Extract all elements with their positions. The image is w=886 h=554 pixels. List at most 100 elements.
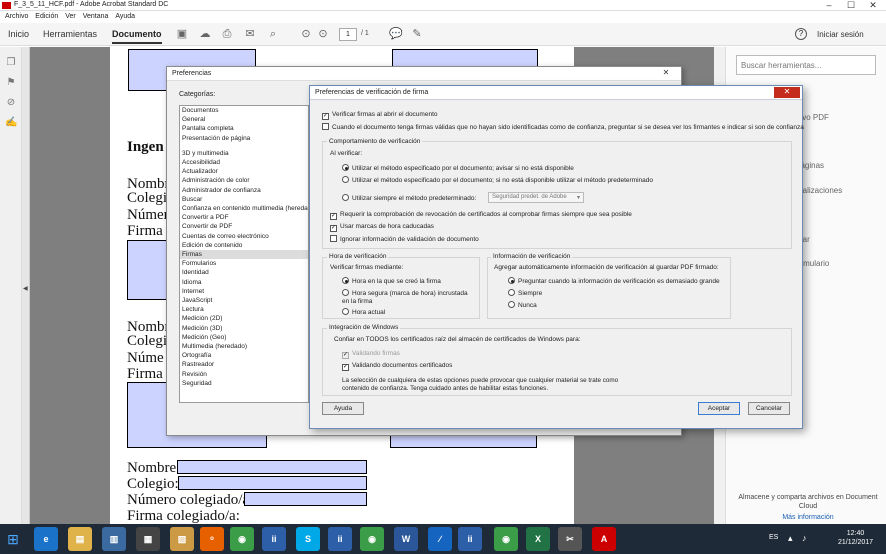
category-item[interactable]: Medición (Geo)	[180, 333, 308, 342]
time-3-row[interactable]: Hora actual	[342, 308, 385, 316]
checkbox[interactable]	[342, 364, 349, 371]
category-item-firmas[interactable]: Firmas	[180, 250, 308, 260]
excel-icon[interactable]: X	[526, 527, 550, 551]
search-icon[interactable]: ⌕	[267, 28, 279, 40]
tab-herramientas[interactable]: Herramientas	[43, 29, 97, 39]
internet-explorer-icon[interactable]: e	[34, 527, 58, 551]
radio[interactable]	[342, 289, 349, 296]
file-explorer-icon[interactable]: ▤	[68, 527, 92, 551]
category-item[interactable]: Accesibilidad	[180, 158, 308, 167]
category-item[interactable]: Convertir de PDF	[180, 222, 308, 231]
checkbox[interactable]	[322, 113, 329, 120]
app-icon[interactable]: ✂	[558, 527, 582, 551]
login-link[interactable]: Iniciar sesión	[817, 30, 864, 39]
word-icon[interactable]: W	[394, 527, 418, 551]
category-item[interactable]: Buscar	[180, 195, 308, 204]
category-item[interactable]: Lectura	[180, 305, 308, 314]
category-item[interactable]: Medición (3D)	[180, 324, 308, 333]
bookmark-icon[interactable]: ⚑	[5, 77, 17, 89]
radio[interactable]	[342, 164, 349, 171]
category-item[interactable]: Idioma	[180, 278, 308, 287]
category-item[interactable]: Cuentas de correo electrónico	[180, 232, 308, 241]
radio[interactable]	[342, 277, 349, 284]
chrome-icon[interactable]: ◉	[230, 527, 254, 551]
category-item[interactable]: Convertir a PDF	[180, 213, 308, 222]
upload-cloud-icon[interactable]: ☁	[199, 28, 211, 40]
more-info-link[interactable]: Más información	[736, 514, 880, 521]
time-1-row[interactable]: Hora en la que se creó la firma	[342, 277, 441, 285]
help-button[interactable]: Ayuda	[322, 402, 364, 415]
category-item[interactable]: General	[180, 115, 308, 124]
verify-on-open-row[interactable]: Verificar firmas al abrir el documento	[322, 111, 438, 120]
windows-start-icon[interactable]: ⊞	[0, 524, 26, 554]
help-icon[interactable]: ?	[795, 28, 807, 40]
radio[interactable]	[508, 277, 515, 284]
win-2-row[interactable]: Validando documentos certificados	[342, 362, 452, 371]
acrobat-icon[interactable]: A	[592, 527, 616, 551]
cancel-button[interactable]: Cancelar	[748, 402, 790, 415]
menu-archivo[interactable]: Archivo	[5, 13, 28, 20]
category-item[interactable]: Medición (2D)	[180, 314, 308, 323]
category-item[interactable]: Ortografía	[180, 351, 308, 360]
category-item[interactable]: Edición de contenido	[180, 241, 308, 250]
app-icon[interactable]: ii	[328, 527, 352, 551]
untrusted-prompt-row[interactable]: Cuando el documento tenga firmas válidas…	[322, 123, 804, 131]
app-icon[interactable]: ▧	[170, 527, 194, 551]
checkbox[interactable]	[330, 235, 337, 242]
radio[interactable]	[508, 301, 515, 308]
pen-icon[interactable]: ✎	[411, 28, 423, 40]
ok-button[interactable]: Aceptar	[698, 402, 740, 415]
nombre-field[interactable]	[177, 460, 367, 474]
menu-ayuda[interactable]: Ayuda	[115, 13, 135, 20]
chrome-icon[interactable]: ◉	[360, 527, 384, 551]
pages-icon[interactable]: ❐	[5, 57, 17, 69]
save-icon[interactable]: ▣	[176, 28, 188, 40]
minimize-button[interactable]: –	[818, 0, 840, 11]
skype-icon[interactable]: S	[296, 527, 320, 551]
method-3-row[interactable]: Utilizar siempre el método predeterminad…	[342, 194, 476, 202]
checkbox[interactable]	[322, 123, 329, 130]
maximize-button[interactable]: ☐	[840, 0, 862, 11]
radio[interactable]	[342, 176, 349, 183]
category-item[interactable]: Internet	[180, 287, 308, 296]
next-page-icon[interactable]: ⊙	[317, 28, 329, 40]
left-panel-collapser[interactable]: ◀	[22, 47, 30, 524]
volume-icon[interactable]: ♪	[802, 533, 807, 543]
signature-icon[interactable]: ✍	[5, 117, 17, 129]
time-2-row[interactable]: Hora segura (marca de hora) incrustada e…	[342, 289, 472, 306]
ignore-validation-row[interactable]: Ignorar información de validación de doc…	[330, 235, 479, 243]
method-1-row[interactable]: Utilizar el método especificado por el d…	[342, 164, 574, 172]
category-item[interactable]: Rastreador	[180, 360, 308, 369]
category-item[interactable]: Identidad	[180, 268, 308, 277]
categories-list[interactable]: Documentos General Pantalla completa Pre…	[179, 105, 309, 403]
radio[interactable]	[508, 289, 515, 296]
close-window-button[interactable]: ✕	[862, 0, 884, 11]
tab-inicio[interactable]: Inicio	[8, 29, 29, 39]
close-icon[interactable]: ✕	[657, 69, 675, 78]
radio[interactable]	[342, 194, 349, 201]
category-item[interactable]: Actualizador	[180, 167, 308, 176]
close-icon[interactable]: ✕	[774, 87, 800, 98]
page-number-input[interactable]: 1	[339, 28, 357, 41]
expired-timestamps-row[interactable]: Usar marcas de hora caducadas	[330, 223, 434, 232]
email-icon[interactable]: ✉	[244, 28, 256, 40]
category-item[interactable]: Multimedia (heredado)	[180, 342, 308, 351]
menu-ventana[interactable]: Ventana	[83, 13, 109, 20]
print-icon[interactable]: ⎙	[221, 28, 233, 40]
method-2-row[interactable]: Utilizar el método especificado por el d…	[342, 176, 653, 184]
clock[interactable]: 12:40 21/12/2017	[838, 529, 873, 547]
app-icon[interactable]: ii	[262, 527, 286, 551]
category-item[interactable]: Pantalla completa	[180, 124, 308, 133]
collapse-arrow-icon[interactable]: ◀	[23, 285, 28, 292]
info-3-row[interactable]: Nunca	[508, 301, 537, 309]
prev-page-icon[interactable]: ⊙	[300, 28, 312, 40]
category-item[interactable]: Confianza en contenido multimedia (hered…	[180, 204, 308, 213]
default-method-select[interactable]: Seguridad predet. de Adobe ▾	[488, 192, 584, 203]
category-item[interactable]: Revisión	[180, 370, 308, 379]
pen-app-icon[interactable]: ∕	[428, 527, 452, 551]
category-item[interactable]: Administración de color	[180, 176, 308, 185]
category-item[interactable]: Seguridad	[180, 379, 308, 388]
numero-field[interactable]	[244, 492, 367, 506]
radio[interactable]	[342, 308, 349, 315]
search-tools-input[interactable]: Buscar herramientas...	[736, 55, 876, 75]
